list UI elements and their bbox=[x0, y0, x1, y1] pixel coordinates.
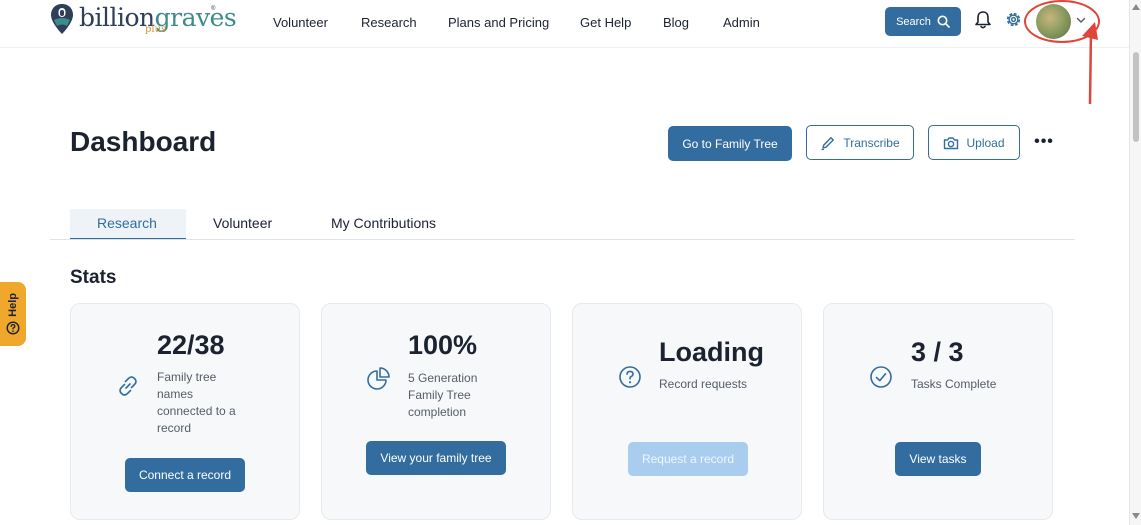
camera-icon bbox=[944, 136, 959, 149]
go-to-family-tree-label: Go to Family Tree bbox=[682, 136, 778, 151]
stat-card-generation-completion: 100% 5 Generation Family Tree completion… bbox=[321, 303, 551, 520]
upload-button[interactable]: Upload bbox=[928, 125, 1020, 160]
help-tab-label: Help bbox=[7, 293, 19, 317]
upload-label: Upload bbox=[966, 135, 1005, 150]
nav-volunteer[interactable]: Volunteer bbox=[273, 15, 328, 30]
page-scrollbar[interactable] bbox=[1129, 0, 1141, 525]
stat-card-family-tree-names: 22/38 Family tree names connected to a r… bbox=[70, 303, 300, 520]
highlight-arrow-annotation bbox=[1082, 22, 1098, 104]
stat-description-line: Family tree bbox=[157, 370, 217, 384]
search-button-label: Search bbox=[896, 15, 931, 28]
stat-value: Loading bbox=[659, 337, 764, 367]
search-icon bbox=[937, 15, 950, 28]
stat-value: 22/38 bbox=[157, 330, 225, 360]
billiongraves-logo-icon bbox=[51, 4, 73, 34]
stat-value: 3 / 3 bbox=[911, 337, 964, 367]
stat-description-line: Tasks Complete bbox=[911, 377, 997, 391]
tabs-divider bbox=[50, 239, 1075, 240]
scroll-up-arrow[interactable] bbox=[1132, 4, 1140, 10]
nav-blog[interactable]: Blog bbox=[663, 15, 689, 30]
search-button[interactable]: Search bbox=[885, 7, 961, 36]
more-horizontal-icon[interactable]: ••• bbox=[1034, 132, 1054, 152]
stat-card-record-requests: Loading Record requests Request a record bbox=[572, 303, 802, 520]
link-icon bbox=[119, 376, 137, 396]
nav-research[interactable]: Research bbox=[361, 15, 417, 30]
stats-heading: Stats bbox=[70, 267, 117, 288]
stat-description: 5 Generation Family Tree completion bbox=[408, 370, 518, 421]
help-side-tab[interactable]: Help bbox=[0, 282, 26, 346]
pencil-icon bbox=[821, 136, 835, 150]
transcribe-label: Transcribe bbox=[843, 135, 900, 150]
nav-admin[interactable]: Admin bbox=[723, 15, 760, 30]
stat-description-line: record bbox=[157, 421, 192, 435]
billiongraves-logo[interactable]: billiongraves bbox=[50, 3, 237, 39]
view-your-family-tree-button[interactable]: View your family tree bbox=[366, 441, 506, 475]
top-navigation-bar: billiongraves ® plus Volunteer Research … bbox=[0, 0, 1129, 48]
help-circle-icon bbox=[6, 321, 20, 335]
nav-get-help[interactable]: Get Help bbox=[580, 15, 631, 30]
request-a-record-button[interactable]: Request a record bbox=[628, 442, 748, 476]
connect-a-record-button[interactable]: Connect a record bbox=[125, 458, 245, 492]
stat-description: Tasks Complete bbox=[911, 376, 1031, 393]
gear-icon[interactable] bbox=[1004, 10, 1023, 29]
nav-plans-and-pricing[interactable]: Plans and Pricing bbox=[448, 15, 549, 30]
stat-description-line: names bbox=[157, 387, 194, 401]
registered-mark: ® bbox=[211, 6, 216, 12]
stat-description-line: Record requests bbox=[659, 377, 748, 391]
scroll-thumb[interactable] bbox=[1133, 52, 1139, 142]
stat-description-line: completion bbox=[408, 405, 467, 419]
stat-value: 100% bbox=[408, 330, 478, 360]
page-title: Dashboard bbox=[70, 126, 217, 157]
stat-description: Record requests bbox=[659, 376, 779, 393]
tab-research[interactable]: Research bbox=[97, 215, 157, 231]
brand-plus-label: plus bbox=[145, 24, 167, 35]
question-circle-icon bbox=[619, 366, 641, 388]
stat-description: Family tree names connected to a record bbox=[157, 369, 267, 437]
transcribe-button[interactable]: Transcribe bbox=[806, 125, 914, 160]
stat-description-line: connected to a bbox=[157, 404, 236, 418]
tab-volunteer[interactable]: Volunteer bbox=[213, 215, 272, 231]
stat-description-line: Family Tree bbox=[408, 388, 471, 402]
tab-my-contributions[interactable]: My Contributions bbox=[331, 215, 436, 231]
stat-description-line: 5 Generation bbox=[408, 371, 478, 385]
bell-icon[interactable] bbox=[974, 10, 992, 30]
pie-chart-icon bbox=[367, 367, 390, 390]
stat-card-tasks-complete: 3 / 3 Tasks Complete View tasks bbox=[823, 303, 1053, 520]
go-to-family-tree-button[interactable]: Go to Family Tree bbox=[668, 126, 792, 161]
view-tasks-button[interactable]: View tasks bbox=[895, 442, 981, 476]
scroll-down-arrow[interactable] bbox=[1132, 513, 1140, 519]
check-circle-icon bbox=[870, 366, 892, 388]
